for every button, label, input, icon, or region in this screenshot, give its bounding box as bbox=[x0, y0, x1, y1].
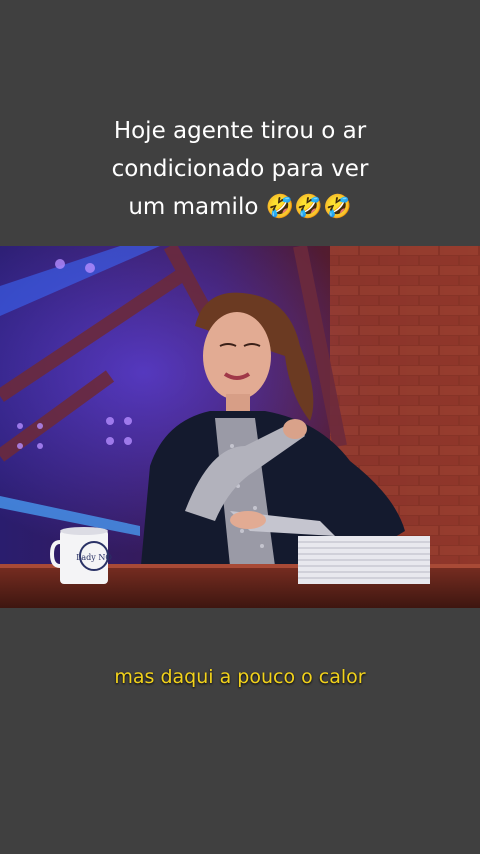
video-caption: Hoje agente tirou o ar condicionado para… bbox=[0, 112, 480, 226]
video-subtitle: mas daqui a pouco o calor bbox=[114, 666, 366, 688]
caption-line-3: um mamilo 🤣🤣🤣 bbox=[128, 194, 352, 220]
caption-line-2: condicionado para ver bbox=[111, 156, 369, 182]
mug: Lady NO bbox=[49, 527, 112, 584]
video-frame-image: Lady NO bbox=[0, 246, 480, 608]
video-player[interactable]: Lady NO bbox=[0, 246, 480, 608]
mug-logo-text: Lady NO bbox=[76, 553, 112, 562]
caption-line-1: Hoje agente tirou o ar bbox=[113, 118, 367, 144]
